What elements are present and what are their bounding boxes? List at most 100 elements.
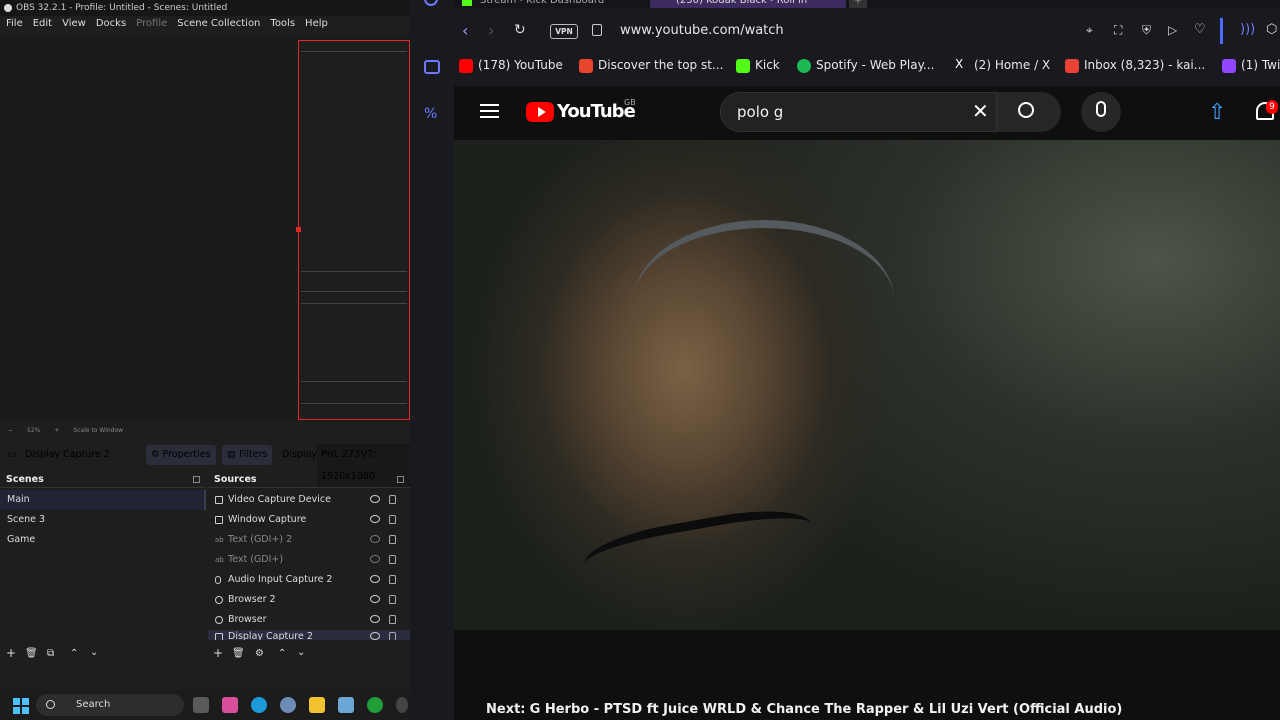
url-field[interactable]: www.youtube.com/watch [620, 23, 784, 38]
copilot-icon[interactable] [222, 697, 238, 713]
scale-mode[interactable]: Scale to Window [73, 424, 123, 438]
eye-icon[interactable] [370, 632, 380, 640]
aria-voice-icon[interactable]: ))) [1240, 22, 1255, 37]
dock-icon[interactable] [397, 476, 404, 483]
extensions-icon[interactable]: ⬡ [1266, 22, 1277, 37]
source-item[interactable]: Display Capture 2 [208, 630, 410, 640]
scene-item-main[interactable]: Main [0, 490, 206, 510]
menu-view[interactable]: View [62, 16, 86, 32]
store-icon[interactable] [338, 697, 354, 713]
menu-edit[interactable]: Edit [33, 16, 52, 32]
menu-tools[interactable]: Tools [270, 16, 295, 32]
hamburger-menu-icon[interactable] [480, 104, 499, 106]
upload-icon[interactable]: ⇧ [1208, 100, 1226, 125]
chevron-down-icon[interactable]: ⌄ [90, 647, 98, 658]
chevron-up-icon[interactable]: ⌃ [70, 648, 78, 659]
bookmark-discover[interactable]: Discover the top st... [579, 58, 723, 73]
bookmark-gmail[interactable]: Inbox (8,323) - kai... [1065, 58, 1205, 73]
lock-icon[interactable] [389, 615, 396, 624]
divider [1220, 18, 1223, 44]
lock-icon[interactable] [389, 535, 396, 544]
obs-preview-canvas[interactable] [298, 40, 410, 420]
chevron-down-icon[interactable]: ⌄ [297, 647, 305, 658]
task-view-icon[interactable] [193, 697, 209, 713]
tab-kick-dashboard[interactable]: Stream - Kick Dashboard [480, 0, 604, 8]
trash-icon[interactable]: 🗑 [232, 648, 245, 659]
menu-help[interactable]: Help [305, 16, 328, 32]
chevron-up-icon[interactable]: ⌃ [278, 648, 286, 659]
edge-icon[interactable] [251, 697, 267, 713]
voice-search-button[interactable] [1081, 92, 1121, 132]
heart-icon[interactable]: ♡ [1194, 22, 1206, 37]
snapshot-icon[interactable]: ⛶ [1114, 23, 1122, 38]
eye-icon[interactable] [370, 495, 380, 503]
source-item[interactable]: Browser 2 [208, 590, 410, 610]
zoom-out-icon[interactable]: − [8, 424, 13, 438]
lock-icon[interactable] [389, 632, 396, 640]
forward-icon[interactable]: › [488, 21, 494, 40]
settings-icon[interactable] [280, 697, 296, 713]
eye-icon[interactable] [370, 595, 380, 603]
lock-icon[interactable] [389, 555, 396, 564]
opera-logo-icon[interactable] [424, 0, 438, 6]
lock-icon[interactable] [389, 575, 396, 584]
menu-profile[interactable]: Profile [136, 16, 167, 32]
file-explorer-icon[interactable] [309, 697, 325, 713]
preview-resize-handle[interactable] [296, 227, 301, 232]
source-item[interactable]: ab Text (GDI+) 2 [208, 530, 410, 550]
youtube-page: YouTube GB polo g ✕ ⇧ 9 Next: G Herbo - … [454, 86, 1280, 720]
new-tab-icon[interactable]: + [849, 0, 867, 8]
scene-filter-icon[interactable]: ⧉ [47, 648, 54, 659]
scene-item-scene-3[interactable]: Scene 3 [0, 510, 206, 530]
obs-taskbar-icon[interactable] [396, 697, 408, 713]
pin-icon[interactable]: ⌖ [1086, 23, 1093, 38]
up-next-label[interactable]: Next: G Herbo - PTSD ft Juice WRLD & Cha… [486, 702, 1122, 717]
shield-icon[interactable]: ⛨ [1142, 23, 1151, 38]
reload-icon[interactable]: ↻ [514, 22, 526, 38]
eye-icon[interactable] [370, 615, 380, 623]
lock-icon[interactable] [592, 24, 602, 36]
bookmark-x[interactable]: X (2) Home / X [955, 57, 1050, 72]
lock-icon[interactable] [389, 595, 396, 604]
bookmark-kick[interactable]: Kick [736, 58, 780, 73]
gear-icon[interactable]: ⚙ [255, 648, 264, 659]
clear-search-icon[interactable]: ✕ [972, 99, 989, 123]
filters-button[interactable]: ▤ Filters [222, 445, 273, 465]
play-icon[interactable]: ▷ [1168, 23, 1177, 37]
menu-file[interactable]: File [6, 16, 23, 32]
dock-icon[interactable] [193, 476, 200, 483]
eye-icon[interactable] [370, 515, 380, 523]
vpn-badge[interactable]: VPN [550, 24, 578, 39]
lock-icon[interactable] [389, 515, 396, 524]
add-source-icon[interactable]: + [213, 646, 223, 660]
youtube-search-button[interactable] [997, 92, 1061, 132]
properties-button[interactable]: ⚙ Properties [146, 445, 216, 465]
lock-icon[interactable] [389, 495, 396, 504]
menu-docks[interactable]: Docks [96, 16, 126, 32]
eye-hidden-icon[interactable] [370, 535, 380, 543]
sidebar-percent-icon[interactable]: % [424, 106, 437, 122]
youtube-search-input[interactable]: polo g [720, 92, 997, 132]
source-item[interactable]: Audio Input Capture 2 [208, 570, 410, 590]
add-scene-icon[interactable]: + [6, 646, 16, 660]
source-item[interactable]: Window Capture [208, 510, 410, 530]
source-item[interactable]: Video Capture Device [208, 490, 410, 510]
bookmark-twitch[interactable]: (1) Twi [1222, 58, 1280, 73]
scene-item-game[interactable]: Game [0, 530, 206, 550]
windows-start-icon[interactable] [13, 698, 29, 714]
bookmark-spotify[interactable]: Spotify - Web Play... [797, 58, 934, 73]
back-icon[interactable]: ‹ [462, 21, 468, 40]
source-item[interactable]: Browser [208, 610, 410, 630]
xbox-icon[interactable] [367, 697, 383, 713]
bookmark-youtube[interactable]: (178) YouTube [459, 58, 563, 73]
eye-hidden-icon[interactable] [370, 555, 380, 563]
sidebar-aria-icon[interactable] [424, 60, 440, 74]
zoom-in-icon[interactable]: + [54, 424, 59, 438]
taskbar-search[interactable]: Search [36, 694, 184, 716]
trash-icon[interactable]: 🗑 [25, 648, 38, 659]
eye-icon[interactable] [370, 575, 380, 583]
webcam-video[interactable] [454, 140, 1280, 630]
menu-scene-collection[interactable]: Scene Collection [177, 16, 260, 32]
source-item[interactable]: ab Text (GDI+) [208, 550, 410, 570]
tab-youtube-video[interactable]: (230) Kodak Black - Roll in [650, 0, 846, 8]
